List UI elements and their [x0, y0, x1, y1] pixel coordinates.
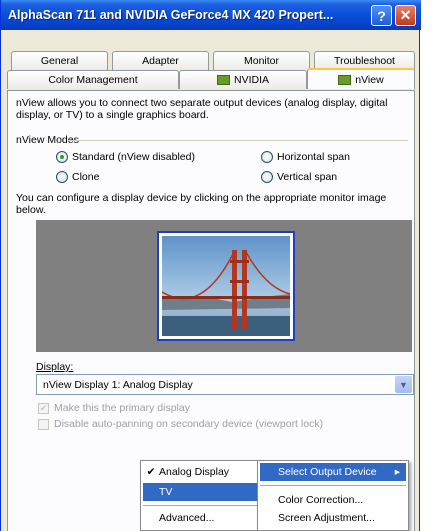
radio-clone-indicator[interactable]: [56, 171, 68, 183]
menu-item-advanced[interactable]: Advanced...: [143, 509, 257, 527]
configure-hint: You can configure a display device by cl…: [16, 192, 387, 216]
autopan-checkbox-label: Disable auto-panning on secondary device…: [54, 418, 324, 430]
checkmark-icon: ✔: [146, 466, 156, 478]
primary-display-checkbox-box[interactable]: ✔: [38, 402, 49, 414]
menu-separator: [143, 505, 257, 506]
tab-adapter[interactable]: Adapter: [112, 51, 209, 70]
primary-display-checkbox-label: Make this the primary display: [54, 402, 190, 414]
nview-logo-icon: [338, 74, 352, 85]
help-button[interactable]: ?: [371, 5, 392, 26]
submenu-arrow-icon: ▸: [394, 466, 400, 478]
autopan-checkbox[interactable]: Disable auto-panning on secondary device…: [38, 418, 323, 430]
menu-item-analog-display-label: Analog Display: [159, 466, 230, 478]
tab-nview[interactable]: nView: [307, 68, 415, 89]
tab-nvidia[interactable]: NVIDIA: [179, 70, 307, 89]
submenu-separator: [260, 485, 406, 486]
menu-item-color-correction[interactable]: Color Correction...: [260, 491, 406, 509]
radio-horizontal-span-label: Horizontal span: [277, 151, 350, 163]
radio-clone-label: Clone: [72, 171, 100, 183]
nvidia-logo-icon: [216, 75, 230, 85]
menu-item-screen-adjustment[interactable]: Screen Adjustment...: [260, 509, 406, 527]
radio-vertical-span[interactable]: Vertical span: [261, 171, 337, 183]
radio-horizontal-span-indicator[interactable]: [261, 151, 273, 163]
nview-description: nView allows you to connect two separate…: [16, 97, 388, 121]
properties-window: AlphaScan 711 and NVIDIA GeForce4 MX 420…: [0, 0, 421, 531]
radio-standard-indicator[interactable]: [56, 151, 68, 163]
radio-vertical-span-indicator[interactable]: [261, 171, 273, 183]
chevron-down-icon[interactable]: ▼: [395, 376, 412, 393]
menu-item-analog-display[interactable]: ✔ Analog Display: [143, 463, 257, 481]
radio-horizontal-span[interactable]: Horizontal span: [261, 151, 350, 163]
menu-item-select-output-device-label: Select Output Device: [278, 466, 377, 478]
tab-color-management[interactable]: Color Management: [7, 70, 179, 89]
monitor-1-image[interactable]: [157, 231, 295, 341]
tab-monitor[interactable]: Monitor: [213, 51, 310, 70]
primary-display-checkbox[interactable]: ✔ Make this the primary display: [38, 402, 190, 414]
title-bar[interactable]: AlphaScan 711 and NVIDIA GeForce4 MX 420…: [1, 0, 421, 30]
window-title: AlphaScan 711 and NVIDIA GeForce4 MX 420…: [8, 8, 334, 22]
close-button[interactable]: ✕: [395, 5, 416, 26]
tab-general[interactable]: General: [11, 51, 108, 70]
autopan-checkbox-box[interactable]: [38, 418, 49, 430]
radio-vertical-span-label: Vertical span: [277, 171, 338, 183]
radio-clone[interactable]: Clone: [56, 171, 99, 183]
display-select-value: nView Display 1: Analog Display: [43, 378, 193, 391]
output-submenu: Select Output Device ▸ Color Correction.…: [257, 460, 409, 531]
menu-item-select-output-device[interactable]: Select Output Device ▸: [260, 463, 406, 481]
modes-group-divider: [68, 140, 408, 141]
menu-item-tv[interactable]: TV: [143, 483, 257, 501]
bridge-wallpaper-image: [161, 236, 291, 336]
display-label: Display:: [36, 361, 74, 373]
radio-standard-label: Standard (nView disabled): [72, 151, 195, 163]
tab-nview-label: nView: [355, 73, 384, 86]
display-preview-area: [36, 220, 412, 352]
tab-nvidia-label: NVIDIA: [233, 74, 269, 86]
context-menu: ✔ Analog Display TV Advanced...: [140, 460, 260, 531]
display-select[interactable]: nView Display 1: Analog Display ▼: [36, 374, 414, 395]
radio-standard[interactable]: Standard (nView disabled): [56, 151, 195, 163]
